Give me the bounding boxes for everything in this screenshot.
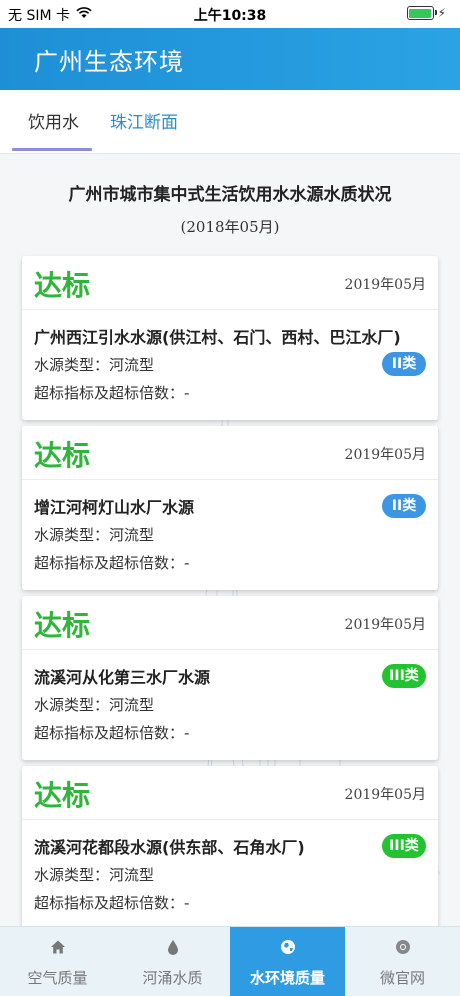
water-source-card[interactable]: 达标 2019年05月 流溪河从化第三水厂水源 水源类型：河流型 超标指标及超标… [22,596,438,760]
compliance-status: 达标 [34,269,91,302]
bottom-nav: 空气质量 河涌水质 水环境质量 微官网 [0,926,460,996]
card-period: 2019年05月 [344,277,426,293]
water-grade-badge: III类 [382,834,426,858]
nav-label: 河涌水质 [142,969,203,987]
source-type: 水源类型：河流型 [34,866,155,884]
compliance-status: 达标 [34,439,91,472]
tab-drinking-water[interactable]: 饮用水 [28,108,79,133]
source-type: 水源类型：河流型 [34,526,155,544]
clock: 上午10:38 [193,8,267,24]
status-bar: 无 SIM 卡 上午10:38 ⚡ [0,0,460,28]
water-source-name: 流溪河从化第三水厂水源 [34,668,211,687]
nav-water-environment[interactable]: 水环境质量 [230,927,345,996]
compliance-status: 达标 [34,609,91,642]
compliance-status: 达标 [34,779,91,812]
water-source-name: 增江河柯灯山水厂水源 [34,498,195,517]
card-header: 达标 2019年05月 [22,766,438,820]
nav-label: 空气质量 [27,969,88,987]
water-source-card[interactable]: 达标 2019年05月 广州西江引水水源(供江村、石门、西村、巴江水厂) 水源类… [22,256,438,420]
battery-icon [406,6,437,20]
card-period: 2019年05月 [344,617,426,633]
nav-micro-website[interactable]: 微官网 [345,927,460,996]
card-header: 达标 2019年05月 [22,256,438,310]
card-header: 达标 2019年05月 [22,426,438,480]
source-type: 水源类型：河流型 [34,696,155,714]
water-grade-badge: II类 [382,494,426,518]
card-period: 2019年05月 [344,447,426,463]
exceed-indicator: 超标指标及超标倍数：- [34,894,190,912]
water-source-name: 流溪河花都段水源(供东部、石角水厂) [34,838,305,857]
water-grade-badge: II类 [382,352,426,376]
chrome-icon [345,939,460,957]
tab-pearl-river-section[interactable]: 珠江断面 [110,108,178,133]
exceed-indicator: 超标指标及超标倍数：- [34,724,190,742]
app-title: 广州生态环境 [34,47,184,76]
nav-river-water[interactable]: 河涌水质 [115,927,230,996]
source-type: 水源类型：河流型 [34,356,155,374]
nav-label: 微官网 [379,969,425,987]
tab-bar: 饮用水 珠江断面 [0,90,460,154]
charging-icon: ⚡ [437,6,446,20]
battery-group: ⚡ [406,6,446,20]
report-title: 广州市城市集中式生活饮用水水源水质状况 [68,185,392,205]
exceed-indicator: 超标指标及超标倍数：- [34,384,190,402]
water-drop-icon [115,939,230,957]
card-period: 2019年05月 [344,787,426,803]
nav-air-quality[interactable]: 空气质量 [0,927,115,996]
content-scroll-area[interactable]: 广州市城市集中式生活饮用水水源水质状况 (2018年05月) 达标 2019年0… [0,154,460,926]
exceed-indicator: 超标指标及超标倍数：- [34,554,190,572]
tab-active-indicator [12,148,92,151]
water-source-name: 广州西江引水水源(供江村、石门、西村、巴江水厂) [34,328,401,347]
water-source-card[interactable]: 达标 2019年05月 增江河柯灯山水厂水源 水源类型：河流型 超标指标及超标倍… [22,426,438,590]
water-source-card[interactable]: 达标 2019年05月 流溪河花都段水源(供东部、石角水厂) 水源类型：河流型 … [22,766,438,926]
water-grade-badge: III类 [382,664,426,688]
home-icon [0,939,115,957]
report-date: (2018年05月) [180,218,280,236]
card-header: 达标 2019年05月 [22,596,438,650]
nav-label: 水环境质量 [249,969,325,987]
globe-icon [230,939,345,957]
app-header: 广州生态环境 [0,28,460,90]
